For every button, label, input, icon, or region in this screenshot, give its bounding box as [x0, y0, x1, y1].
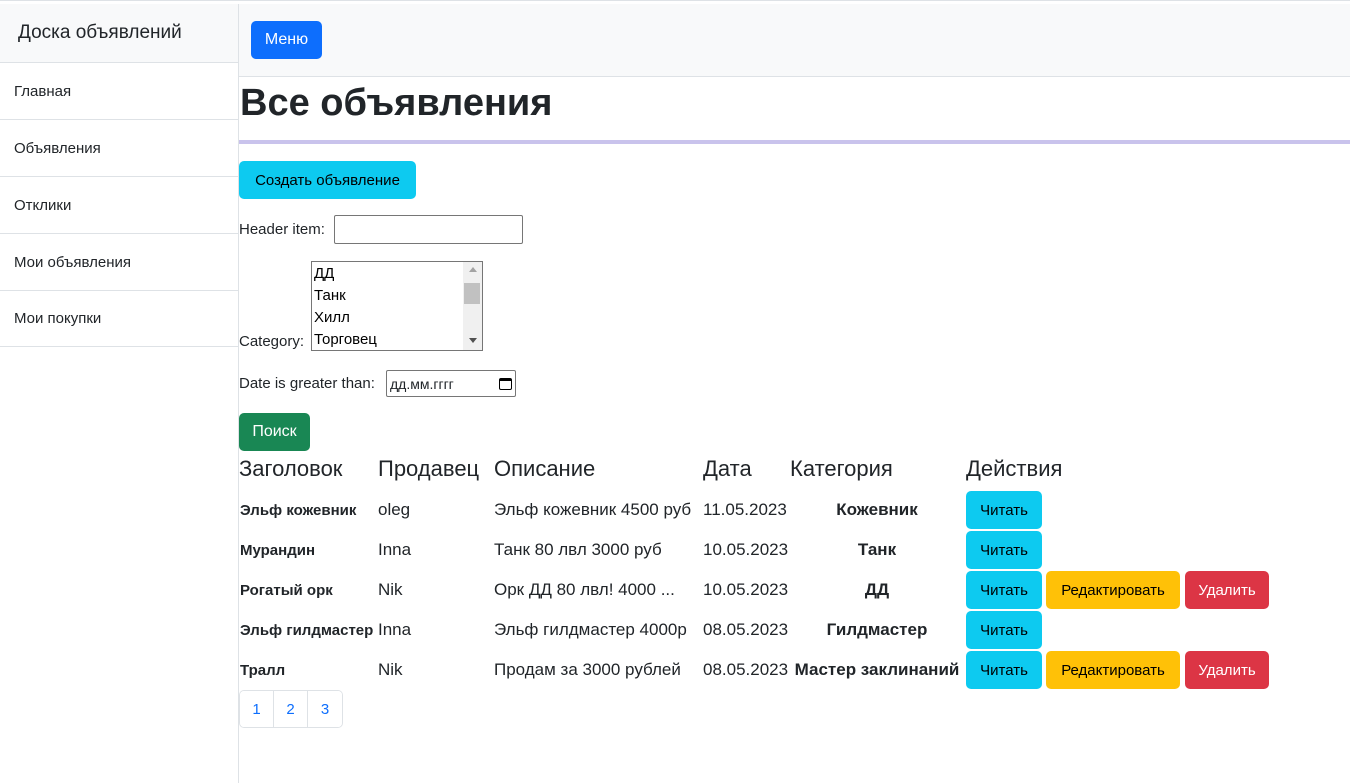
page-title: Все объявления: [240, 82, 553, 124]
title-divider: [239, 140, 1350, 144]
column-header-title: Заголовок: [239, 456, 343, 481]
category-multiselect[interactable]: ДД Танк Хилл Торговец: [311, 261, 483, 351]
row-title: Мурандин: [240, 542, 316, 559]
row-title: Эльф кожевник: [240, 502, 357, 519]
read-button[interactable]: Читать: [966, 571, 1042, 609]
sidebar-item-ads[interactable]: Объявления: [0, 119, 238, 176]
edit-button[interactable]: Редактировать: [1046, 571, 1180, 609]
category-filter-label: Category:: [239, 333, 305, 350]
row-description: Танк 80 лвл 3000 руб: [494, 540, 662, 559]
category-option[interactable]: ДД: [314, 263, 334, 285]
header-filter-input[interactable]: [334, 215, 523, 244]
scroll-down-arrow-icon[interactable]: [469, 338, 477, 343]
column-header-actions: Действия: [966, 456, 1063, 481]
search-button[interactable]: Поиск: [239, 413, 310, 451]
sidebar-heading[interactable]: Доска объявлений: [0, 4, 238, 62]
read-button[interactable]: Читать: [966, 491, 1042, 529]
date-filter-input[interactable]: дд.мм.гггг: [386, 370, 516, 397]
column-header-category: Категория: [790, 456, 893, 481]
row-category: Гилдмастер: [826, 620, 928, 639]
column-header-seller: Продавец: [378, 456, 480, 481]
page-link-3[interactable]: 3: [308, 691, 342, 727]
row-description: Эльф кожевник 4500 руб: [494, 500, 692, 519]
top-navbar: Меню: [239, 4, 1350, 77]
category-option[interactable]: Хилл: [314, 307, 350, 329]
date-filter-label: Date is greater than:: [239, 375, 375, 392]
sidebar-item-responses[interactable]: Отклики: [0, 176, 238, 233]
row-category: Кожевник: [836, 500, 918, 519]
row-date: 08.05.2023: [703, 620, 789, 639]
sidebar: Доска объявлений Главная Объявления Откл…: [0, 4, 239, 783]
row-seller: Nik: [378, 580, 403, 599]
calendar-icon[interactable]: [499, 377, 512, 390]
column-header-date: Дата: [703, 456, 752, 481]
sidebar-item-home[interactable]: Главная: [0, 62, 238, 119]
sidebar-item-my-ads[interactable]: Мои объявления: [0, 233, 238, 290]
row-date: 08.05.2023: [703, 660, 789, 679]
read-button[interactable]: Читать: [966, 611, 1042, 649]
page-link-2[interactable]: 2: [274, 691, 308, 727]
scroll-up-arrow-icon[interactable]: [469, 267, 477, 272]
row-seller: Nik: [378, 660, 403, 679]
row-category: Танк: [857, 540, 897, 559]
row-title: Эльф гилдмастер: [240, 622, 374, 639]
delete-button[interactable]: Удалить: [1185, 651, 1269, 689]
date-placeholder: дд.мм.гггг: [390, 375, 454, 392]
row-seller: Inna: [378, 620, 412, 639]
pagination: 1 2 3: [239, 690, 343, 728]
menu-button[interactable]: Меню: [251, 21, 322, 59]
row-date: 10.05.2023: [703, 580, 789, 599]
row-date: 11.05.2023: [703, 500, 787, 519]
read-button[interactable]: Читать: [966, 651, 1042, 689]
sidebar-item-my-purchases[interactable]: Мои покупки: [0, 290, 238, 347]
category-scrollbar[interactable]: [463, 262, 482, 350]
row-category: Мастер заклинаний: [794, 660, 960, 679]
category-option[interactable]: Торговец: [314, 329, 377, 350]
scroll-thumb[interactable]: [464, 283, 480, 304]
row-title: Рогатый орк: [240, 582, 333, 599]
row-date: 10.05.2023: [703, 540, 789, 559]
read-button[interactable]: Читать: [966, 531, 1042, 569]
create-ad-button[interactable]: Создать объявление: [239, 161, 416, 199]
row-seller: Inna: [378, 540, 412, 559]
header-filter-label: Header item:: [239, 221, 325, 238]
row-description: Продам за 3000 рублей: [494, 660, 681, 679]
category-option[interactable]: Танк: [314, 285, 346, 307]
row-title: Тралл: [240, 662, 286, 679]
delete-button[interactable]: Удалить: [1185, 571, 1269, 609]
row-description: Эльф гилдмастер 4000р: [494, 620, 687, 639]
column-header-description: Описание: [494, 456, 596, 481]
row-seller: oleg: [378, 500, 411, 519]
row-category: ДД: [864, 580, 890, 599]
page-link-1[interactable]: 1: [240, 691, 274, 727]
edit-button[interactable]: Редактировать: [1046, 651, 1180, 689]
row-description: Орк ДД 80 лвл! 4000 ...: [494, 580, 675, 599]
